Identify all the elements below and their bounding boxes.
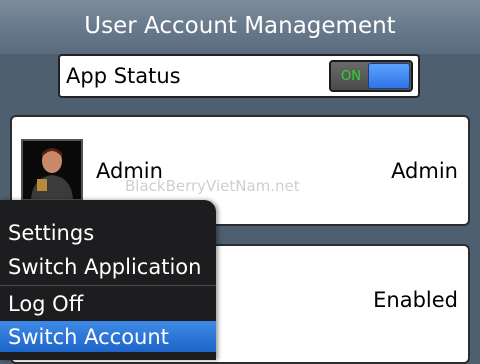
menu-item-log-off[interactable]: Log Off (0, 287, 216, 320)
user-avatar-icon (23, 141, 81, 199)
app-status-toggle[interactable]: ON (329, 60, 413, 92)
menu-item-label: Settings (8, 220, 95, 245)
app-status-row: App Status ON (58, 54, 420, 98)
toggle-on-label: ON (331, 62, 371, 90)
context-menu: Settings Switch Application Log Off Swit… (0, 200, 216, 360)
menu-item-label: Switch Account (8, 324, 169, 349)
watermark: BlackBerryVietNam.net (125, 177, 300, 195)
account-role: Admin (391, 159, 458, 183)
menu-item-switch-application[interactable]: Switch Application (0, 250, 216, 283)
page-title: User Account Management (84, 13, 396, 39)
menu-item-label: Switch Application (8, 254, 202, 279)
title-bar: User Account Management (0, 0, 480, 54)
avatar (21, 139, 83, 201)
toggle-knob[interactable] (368, 63, 410, 89)
menu-divider (0, 285, 216, 286)
menu-item-label: Log Off (8, 291, 84, 316)
menu-item-settings[interactable]: Settings (0, 216, 216, 249)
menu-item-switch-account[interactable]: Switch Account (0, 321, 216, 352)
app-status-label: App Status (66, 64, 181, 88)
account-status: Enabled (373, 288, 458, 312)
